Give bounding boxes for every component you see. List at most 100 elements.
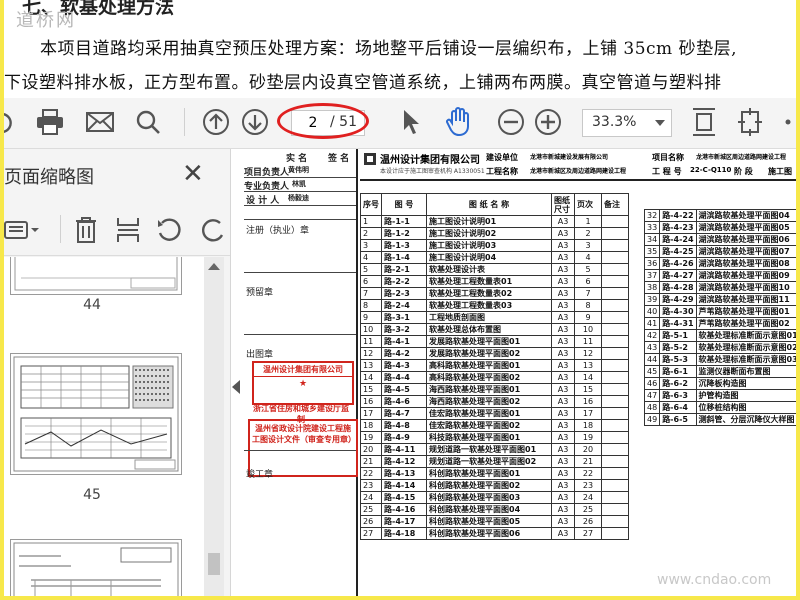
table-cell: 6 [574,275,602,288]
body-line-2: 下设塑料排水板，正方型布置。砂垫层内设真空管道系统，上铺两布两膜。真空管道与塑料… [4,73,722,93]
fit-width-icon[interactable] [734,105,766,139]
table-row: 21 路-4-12 规划道路一软基处理平面图02 A3 21 [360,455,629,468]
stage-label: 阶 段 [734,167,753,176]
table-cell: 14 [360,371,382,384]
company-stamp-text: 温州设计集团有限公司 [254,363,352,377]
thumbnail-page-45[interactable] [10,353,182,475]
thumbnail-number-44: 44 [83,297,101,313]
zoom-out-icon[interactable] [494,105,528,139]
table-cell: 科创路软基处理平面图02 [426,479,552,492]
stamp-divider [244,449,356,451]
table-cell: 36 [643,257,661,270]
table-row: 16 路-4-6 海西路软基处理平面图02 A3 16 [360,395,629,408]
table-cell: 33 [643,221,661,234]
zoom-in-icon[interactable] [531,105,565,139]
table-cell: 路-6-2 [659,377,697,390]
table-row: 14 路-4-4 高科路软基处理平面图02 A3 14 [360,371,629,384]
table-cell: 17 [360,407,382,420]
delete-icon[interactable] [74,213,106,247]
table-cell: 35 [643,245,661,258]
table-cell: 芦苇路软基处理平面图01 [695,305,796,318]
table-cell: A3 [551,347,575,360]
table-cell: 规划道路一软基处理平面图01 [426,443,552,456]
scroll-up-icon[interactable] [208,263,220,270]
hand-icon[interactable] [442,105,476,139]
table-cell: A3 [551,311,575,324]
table-row: 42 路-5-1 软基处理标准断面示意图01 [643,329,796,342]
table-row: 9 路-3-1 工程地质剖面图 A3 9 [360,311,629,324]
row-label: 设 计 人 [246,196,280,206]
table-cell: 16 [574,395,602,408]
table-row: 6 路-2-2 软基处理工程数量表01 A3 6 [360,275,629,288]
table-cell [601,263,629,276]
table-cell: 10 [574,323,602,336]
table-cell: A3 [551,275,575,288]
thumbnail-page-46[interactable] [10,539,182,596]
thumbnail-page-44[interactable] [10,257,182,295]
cursor-icon[interactable] [396,105,426,139]
toolbar: / 51 33.3% [4,98,796,149]
thumbnail-panel-title: 页面缩略图 [4,167,94,188]
table-cell: 18 [574,419,602,432]
table-cell: 25 [574,503,602,516]
scrollbar-thumb[interactable] [208,553,220,575]
table-cell: 路-4-5 [381,383,427,396]
arrow-down-icon[interactable] [238,105,272,139]
collapse-panel-icon[interactable] [232,380,240,394]
job-label: 工 程 号 [652,167,682,176]
row-label: 项目负责人 [244,168,290,178]
fit-page-icon[interactable] [688,105,720,139]
rotate-cw-icon[interactable] [200,213,230,247]
table-row: 11 路-4-1 发展路软基处理平面图01 A3 11 [360,335,629,348]
table-cell: 路-4-25 [659,245,697,258]
search-icon[interactable] [130,105,166,139]
table-cell: 科创路软基处理平面图03 [426,491,552,504]
thumbnail-scrollbar[interactable] [204,257,224,596]
table-cell: 16 [360,395,382,408]
table-cell: 施工图设计说明01 [426,215,552,228]
table-row: 2 路-1-2 施工图设计说明02 A3 2 [360,227,629,240]
mail-icon[interactable] [82,105,118,139]
thumbnail-options-icon[interactable] [4,213,42,247]
close-icon[interactable]: ✕ [182,161,204,187]
more-icon[interactable] [780,105,796,139]
table-cell: 9 [360,311,382,324]
table-cell: 路-4-2 [381,347,427,360]
red-ellipse-annotation [277,103,369,139]
rotate-ccw-icon[interactable] [156,213,186,247]
company-red-stamp: 温州设计集团有限公司 ★ [252,361,354,405]
table-cell: A3 [551,407,575,420]
extract-page-icon[interactable] [116,213,146,247]
table-cell: A3 [551,215,575,228]
table-row: 45 路-6-1 监测仪器断面布置图 [643,365,796,378]
print-icon[interactable] [32,105,68,139]
table-cell: A3 [551,335,575,348]
table-row: 7 路-2-3 软基处理工程数量表02 A3 7 [360,287,629,300]
table-cell: 38 [643,281,661,294]
table-cell: 37 [643,269,661,282]
table-cell: 22 [360,467,382,480]
drawing-title-block: 温州设计集团有限公司 本设计应于施工图审查机构 A1330051 建设单位 龙港… [360,149,796,181]
table-cell: A3 [551,419,575,432]
table-cell: 43 [643,341,661,354]
col-header: 序号 [360,193,382,216]
table-cell: 11 [574,335,602,348]
zoom-select[interactable]: 33.3% [582,109,672,137]
table-cell: A3 [551,527,575,540]
arrow-up-icon[interactable] [199,105,233,139]
row-name: 黄伟明 [288,166,309,174]
col-header: 备注 [601,193,629,216]
project-no-label: 项目名称 [652,153,684,162]
table-cell: 5 [574,263,602,276]
table-cell: 20 [574,443,602,456]
undo-icon[interactable] [4,105,18,139]
table-row: 27 路-4-18 科创路软基处理平面图06 A3 27 [360,527,629,540]
table-cell: A3 [551,443,575,456]
col-header: 页次 [574,193,602,216]
table-cell: 24 [360,491,382,504]
row-name: 林凯 [292,180,306,188]
signature-column: 实 名 签 名 项目负责人 黄伟明 专业负责人 林凯 设 计 人 杨毅迪 注册（… [244,149,358,596]
table-cell: A3 [551,479,575,492]
table-cell: 路-4-31 [659,317,697,330]
table-cell: 路-4-26 [659,257,697,270]
